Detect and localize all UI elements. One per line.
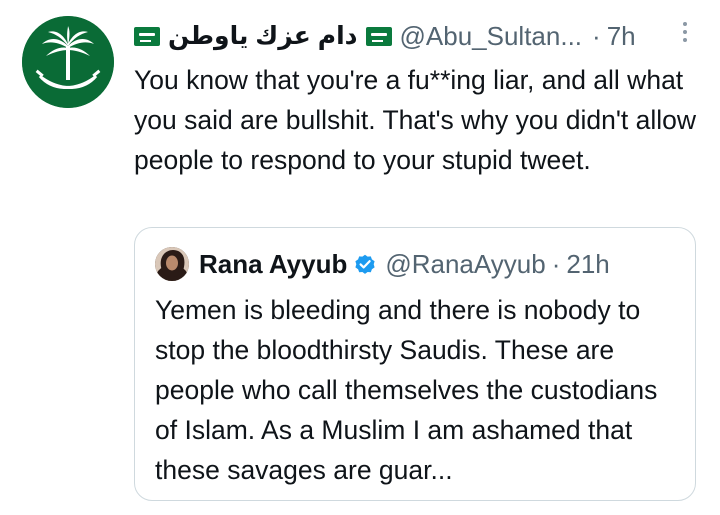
more-vertical-icon[interactable] (681, 22, 691, 48)
saudi-flag-icon (365, 26, 392, 46)
saudi-emblem-icon (22, 16, 114, 108)
tweet-timestamp[interactable]: 7h (607, 21, 636, 52)
quoted-tweet-timestamp[interactable]: 21h (566, 249, 609, 280)
quoted-author-display-name[interactable]: Rana Ayyub (199, 249, 347, 280)
author-avatar[interactable] (22, 16, 114, 108)
profile-photo-icon (155, 247, 189, 281)
tweet[interactable]: دام عزك ياوطن @Abu_Sultan... · 7h You kn… (0, 0, 720, 515)
quoted-author-handle[interactable]: @RanaAyyub (385, 249, 545, 280)
quoted-tweet-header: Rana Ayyub @RanaAyyub · 21h (155, 246, 685, 282)
verified-badge-icon (353, 252, 377, 276)
author-handle[interactable]: @Abu_Sultan... (400, 21, 583, 52)
author-display-name[interactable]: دام عزك ياوطن (168, 21, 358, 51)
separator-dot: · (551, 248, 561, 279)
separator-dot: · (592, 20, 601, 51)
tweet-text: You know that you're a fu**ing liar, and… (134, 65, 697, 175)
tweet-header: دام عزك ياوطن @Abu_Sultan... · 7h (134, 18, 694, 54)
quoted-tweet-card[interactable]: Rana Ayyub @RanaAyyub · 21h Yemen is ble… (134, 227, 696, 501)
saudi-flag-icon (134, 26, 160, 46)
quoted-tweet-text: Yemen is bleeding and there is nobody to… (155, 295, 658, 485)
quoted-author-avatar[interactable] (155, 247, 189, 281)
